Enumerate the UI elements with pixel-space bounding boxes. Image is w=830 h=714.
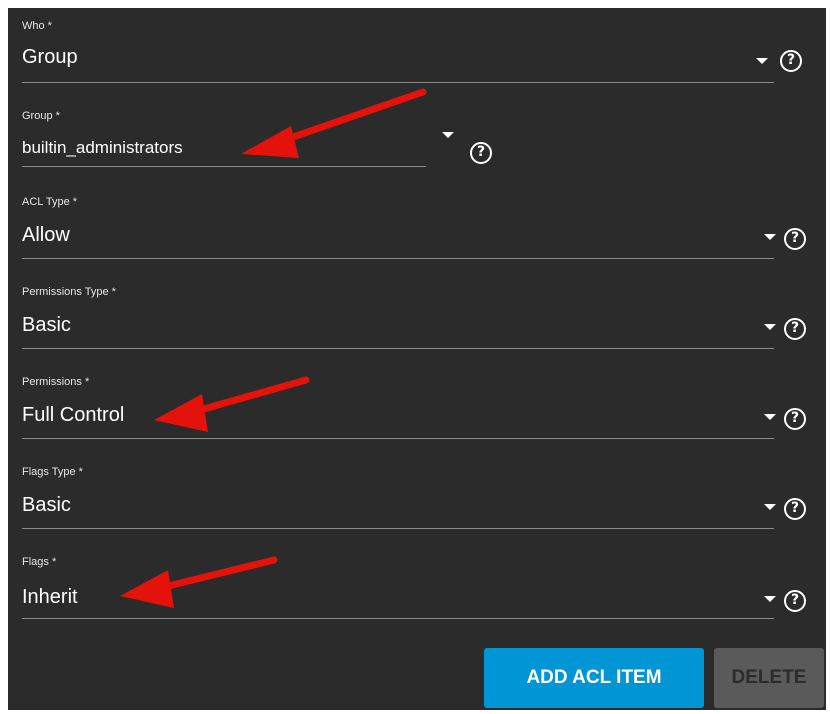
help-icon[interactable]: ? xyxy=(470,142,492,164)
acl-type-select[interactable]: ACL Type * Allow ? xyxy=(22,196,806,268)
permissions-label: Permissions * xyxy=(22,376,90,388)
flags-select[interactable]: Flags * Inherit ? xyxy=(22,556,806,628)
flags-type-value: Basic xyxy=(22,494,71,516)
help-icon[interactable]: ? xyxy=(784,498,806,520)
acl-type-underline xyxy=(22,258,774,259)
permissions-underline xyxy=(22,438,774,439)
acl-type-label: ACL Type * xyxy=(22,196,78,208)
permissions-value: Full Control xyxy=(22,404,125,426)
help-icon[interactable]: ? xyxy=(784,408,806,430)
permissions-type-select[interactable]: Permissions Type * Basic ? xyxy=(22,286,806,358)
flags-type-select[interactable]: Flags Type * Basic ? xyxy=(22,466,806,538)
chevron-down-icon[interactable] xyxy=(764,414,776,420)
acl-item-form: Who * Group ? Group * builtin_administra… xyxy=(8,8,826,710)
group-label: Group * xyxy=(22,110,60,122)
flags-type-label: Flags Type * xyxy=(22,466,83,478)
help-icon[interactable]: ? xyxy=(780,50,802,72)
help-icon[interactable]: ? xyxy=(784,590,806,612)
permissions-type-value: Basic xyxy=(22,314,71,336)
permissions-select[interactable]: Permissions * Full Control ? xyxy=(22,376,806,448)
help-icon[interactable]: ? xyxy=(784,228,806,250)
who-underline xyxy=(22,82,774,83)
add-acl-item-button[interactable]: ADD ACL ITEM xyxy=(484,648,704,708)
group-value: builtin_administrators xyxy=(22,138,183,157)
permissions-type-label: Permissions Type * xyxy=(22,286,116,298)
chevron-down-icon[interactable] xyxy=(756,58,768,64)
group-underline xyxy=(22,166,426,167)
chevron-down-icon[interactable] xyxy=(442,132,454,138)
flags-label: Flags * xyxy=(22,556,57,568)
acl-type-value: Allow xyxy=(22,224,70,246)
flags-underline xyxy=(22,618,774,619)
chevron-down-icon[interactable] xyxy=(764,234,776,240)
delete-button[interactable]: DELETE xyxy=(714,648,824,708)
chevron-down-icon[interactable] xyxy=(764,596,776,602)
who-value: Group xyxy=(22,46,78,68)
chevron-down-icon[interactable] xyxy=(764,324,776,330)
permissions-type-underline xyxy=(22,348,774,349)
who-label: Who * xyxy=(22,20,52,32)
help-icon[interactable]: ? xyxy=(784,318,806,340)
who-select[interactable]: Who * Group ? xyxy=(22,20,802,92)
flags-value: Inherit xyxy=(22,586,78,608)
chevron-down-icon[interactable] xyxy=(764,504,776,510)
group-select[interactable]: Group * builtin_administrators ? xyxy=(22,110,802,182)
flags-type-underline xyxy=(22,528,774,529)
